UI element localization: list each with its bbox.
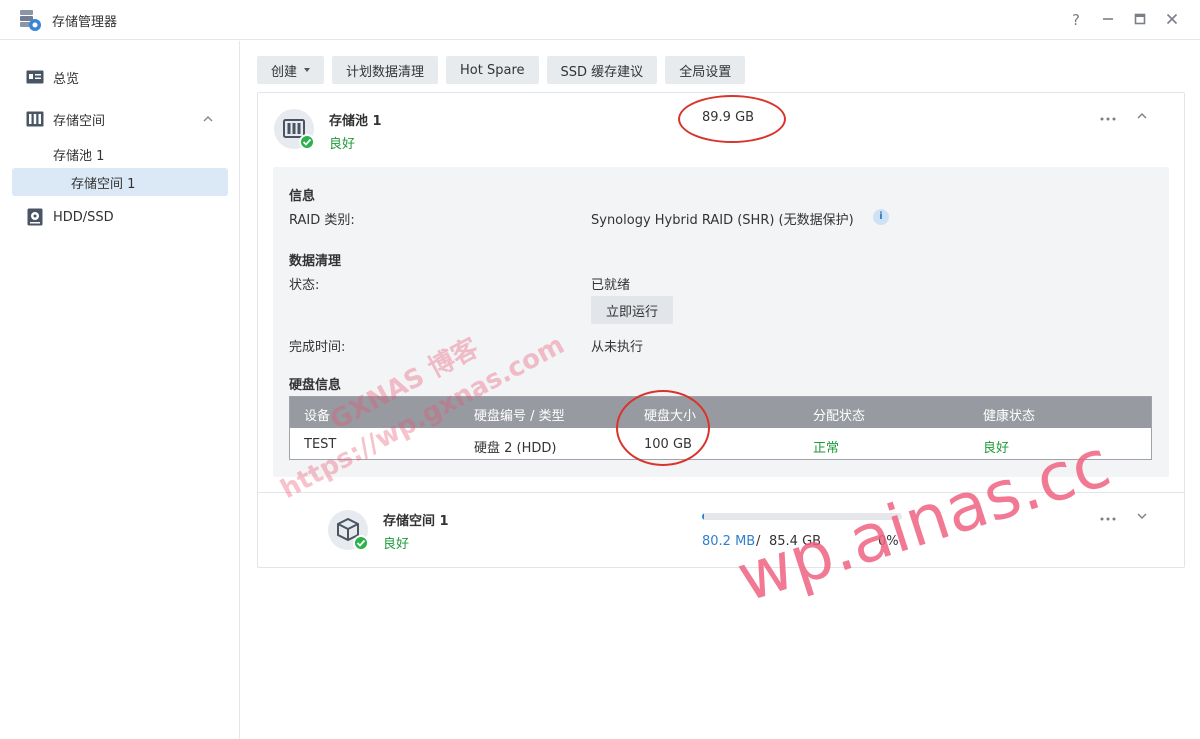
info-section-title: 信息 [289,189,316,204]
volume-usage-bar [702,513,902,520]
disk-size-cell: 100 GB [644,437,692,452]
close-button[interactable] [1162,10,1182,30]
sidebar-item-label: 存储空间 1 [71,176,136,192]
volume-separator: / [756,534,761,549]
run-now-button[interactable]: 立即运行 [591,296,673,324]
column-header-disk-size[interactable]: 硬盘大小 [644,405,696,424]
column-header-device[interactable]: 设备 [304,405,330,424]
scrub-status-label: 状态: [289,278,320,293]
pool-size: 89.9 GB [702,110,755,125]
column-header-health[interactable]: 健康状态 [983,405,1035,424]
sidebar-item-hdd-ssd[interactable]: HDD/SSD [12,203,228,231]
column-header-allocation[interactable]: 分配状态 [813,405,865,424]
hot-spare-button[interactable]: Hot Spare [446,56,539,84]
toolbar: 创建 计划数据清理 Hot Spare SSD 缓存建议 全局设置 [257,56,746,84]
disk-device-cell: TEST [304,437,337,452]
more-options-icon[interactable] [1097,513,1119,527]
pool-detail-section: 信息 RAID 类别: Synology Hybrid RAID (SHR) (… [273,167,1169,477]
volume-status: 良好 [383,537,410,552]
volume-used: 80.2 MB [702,534,756,549]
chevron-up-icon[interactable] [202,113,214,129]
window-title: 存储管理器 [52,15,118,30]
finish-time-label: 完成时间: [289,340,346,355]
finish-time-value: 从未执行 [591,340,644,355]
sidebar-item-label: 存储池 1 [53,148,105,164]
title-bar: 存储管理器 ? [0,0,1200,40]
sidebar: 总览 存储空间 存储池 1 存储空间 1 HDD/SSD [0,41,240,739]
volume-percent: 0% [878,534,899,549]
disk-icon [25,207,45,227]
sidebar-item-label: 存储空间 [53,113,106,129]
maximize-button[interactable] [1130,10,1150,30]
volume-icon [328,510,369,551]
allocation-status-cell: 正常 [813,441,840,456]
raid-type-label: RAID 类别: [289,213,355,228]
minimize-button[interactable] [1098,10,1118,30]
chevron-up-icon[interactable] [1135,109,1151,125]
disk-id-cell: 硬盘 2 (HDD) [474,441,557,456]
pool-status: 良好 [329,137,356,152]
storage-pool-icon [274,109,315,150]
volume-name: 存储空间 1 [383,514,449,529]
disk-table: 设备 硬盘编号 / 类型 硬盘大小 分配状态 健康状态 TEST 硬盘 2 (H… [289,396,1152,460]
storage-manager-app-icon [18,8,42,32]
raid-type-value: Synology Hybrid RAID (SHR) (无数据保护) [591,213,854,228]
storage-icon [25,109,45,129]
chevron-down-icon[interactable] [1135,509,1151,525]
global-settings-button[interactable]: 全局设置 [665,56,746,84]
pool-name: 存储池 1 [329,114,382,129]
volume-total: 85.4 GB [769,534,822,549]
disk-info-section-title: 硬盘信息 [289,378,342,393]
create-button[interactable]: 创建 [257,56,325,84]
caret-down-icon [304,68,311,72]
sidebar-item-volume-1[interactable]: 存储空间 1 [12,168,228,196]
help-button[interactable]: ? [1066,10,1086,30]
scrub-status-value: 已就绪 [591,278,631,293]
sidebar-item-storage[interactable]: 存储空间 [12,105,228,133]
schedule-scrub-button[interactable]: 计划数据清理 [332,56,439,84]
scrub-section-title: 数据清理 [289,254,342,269]
check-badge-icon [353,535,369,551]
disk-table-header: 设备 硬盘编号 / 类型 硬盘大小 分配状态 健康状态 [290,397,1151,428]
storage-pool-panel: 存储池 1 良好 89.9 GB 信息 RAID 类别: Synology Hy… [257,92,1185,568]
volume-usage-fill [702,513,704,520]
divider [258,492,1184,493]
more-options-icon[interactable] [1097,113,1119,127]
overview-icon [25,67,45,87]
sidebar-item-overview[interactable]: 总览 [12,63,228,91]
column-header-disk-id[interactable]: 硬盘编号 / 类型 [474,405,565,424]
sidebar-item-label: HDD/SSD [53,209,114,225]
info-icon[interactable]: i [873,209,889,225]
check-badge-icon [299,134,315,150]
sidebar-item-label: 总览 [53,71,80,87]
sidebar-item-storage-pool-1[interactable]: 存储池 1 [12,140,228,168]
ssd-cache-advisor-button[interactable]: SSD 缓存建议 [546,56,658,84]
health-status-cell: 良好 [983,441,1010,456]
create-button-label: 创建 [271,64,298,80]
